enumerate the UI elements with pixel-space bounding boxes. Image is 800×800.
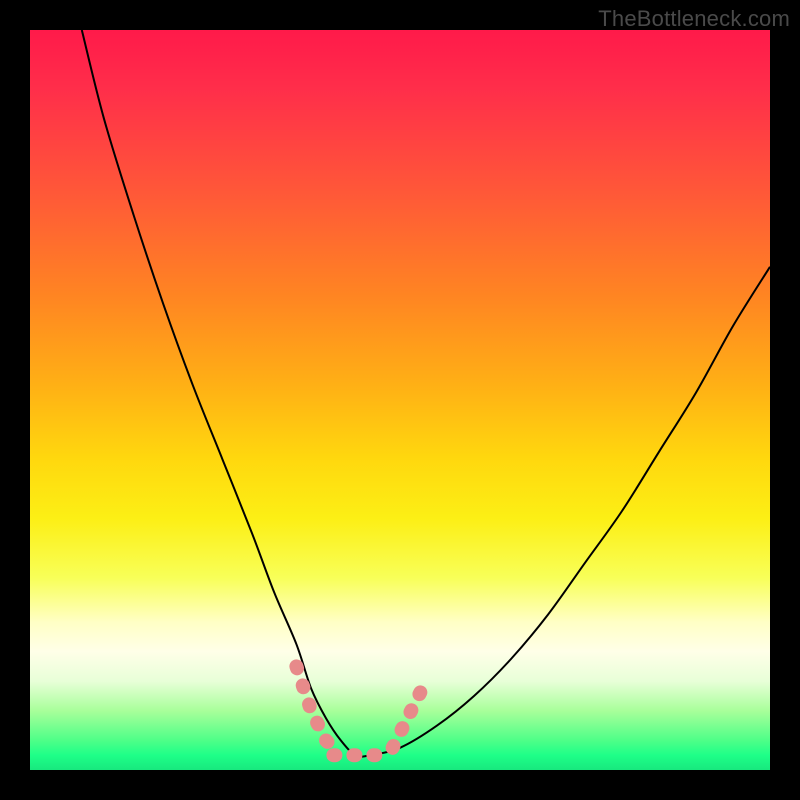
curve-layer: [30, 30, 770, 770]
plot-area: [30, 30, 770, 770]
optimal-marker-left: [296, 666, 333, 747]
watermark-text: TheBottleneck.com: [598, 6, 790, 32]
chart-frame: TheBottleneck.com: [0, 0, 800, 800]
bottleneck-curve: [82, 30, 770, 757]
